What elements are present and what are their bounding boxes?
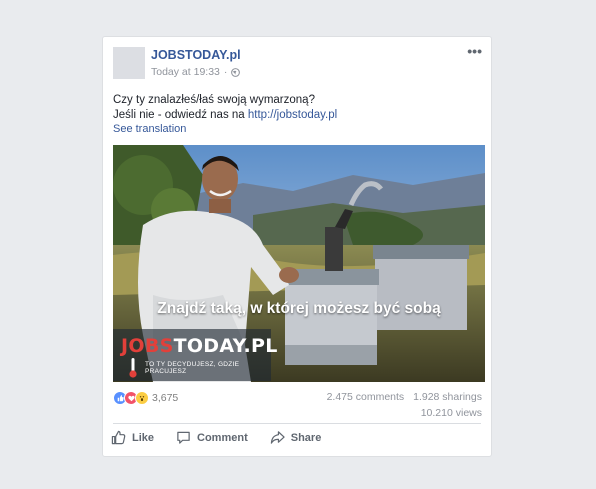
share-button[interactable]: Share [270, 430, 322, 445]
page-name-link[interactable]: JOBSTODAY.pl [151, 48, 241, 62]
post-meta: Today at 19:33 · [151, 66, 241, 78]
like-icon [111, 430, 126, 445]
meta-separator: · [223, 66, 228, 78]
share-icon [270, 431, 285, 444]
post-text-line2: Jeśli nie - odwiedź nas na http://jobsto… [113, 108, 485, 123]
comments-count-link[interactable]: 2.475 comments [327, 391, 405, 403]
logo-part1: JOBS [121, 335, 174, 357]
jobstoday-logo-banner: JOBSTODAY.PL TO TY DECYDUJESZ, GDZIE PRA… [113, 329, 277, 381]
globe-icon [231, 67, 241, 77]
jobstoday-link[interactable]: http://jobstoday.pl [248, 109, 337, 121]
divider [113, 423, 481, 424]
thermometer-icon [129, 358, 137, 378]
post-actions: Like Comment Share [111, 430, 343, 445]
like-button[interactable]: Like [111, 430, 154, 445]
post-card: JOBSTODAY.pl Today at 19:33 · ••• Czy ty… [102, 36, 492, 457]
comment-button[interactable]: Comment [176, 430, 248, 445]
like-label: Like [132, 431, 155, 444]
reactions-summary[interactable]: 3,675 [113, 391, 178, 405]
logo-part2: TODAY.PL [173, 335, 278, 357]
engagement-counts: 2.475 comments 1.928 sharings [321, 391, 482, 403]
page-avatar[interactable] [113, 47, 145, 79]
reactions-count: 3,675 [152, 392, 179, 404]
comment-label: Comment [197, 431, 248, 444]
comment-icon [177, 431, 190, 444]
jobstoday-logo: JOBSTODAY.PL [121, 335, 278, 357]
see-translation-link[interactable]: See translation [113, 123, 186, 135]
post-timestamp[interactable]: Today at 19:33 [151, 66, 220, 78]
post-text-line1: Czy ty znalazłeś/łaś swoją wymarzoną? [113, 94, 315, 106]
wow-face-icon [135, 391, 149, 405]
sharings-count-link[interactable]: 1.928 sharings [413, 391, 482, 403]
logo-tagline: TO TY DECYDUJESZ, GDZIE PRACUJESZ [145, 361, 240, 375]
image-caption: Znajdź taką, w której możesz być sobą [157, 300, 441, 317]
post-text: Czy ty znalazłeś/łaś swoją wymarzoną? Je… [113, 93, 485, 123]
more-options-button[interactable]: ••• [467, 43, 482, 59]
post-image[interactable]: Znajdź taką, w której możesz być sobą JO… [113, 145, 485, 382]
share-label: Share [290, 431, 322, 444]
views-count: 10.210 views [420, 407, 482, 419]
post-text-line2-prefix: Jeśli nie - odwiedź nas na [113, 109, 248, 121]
